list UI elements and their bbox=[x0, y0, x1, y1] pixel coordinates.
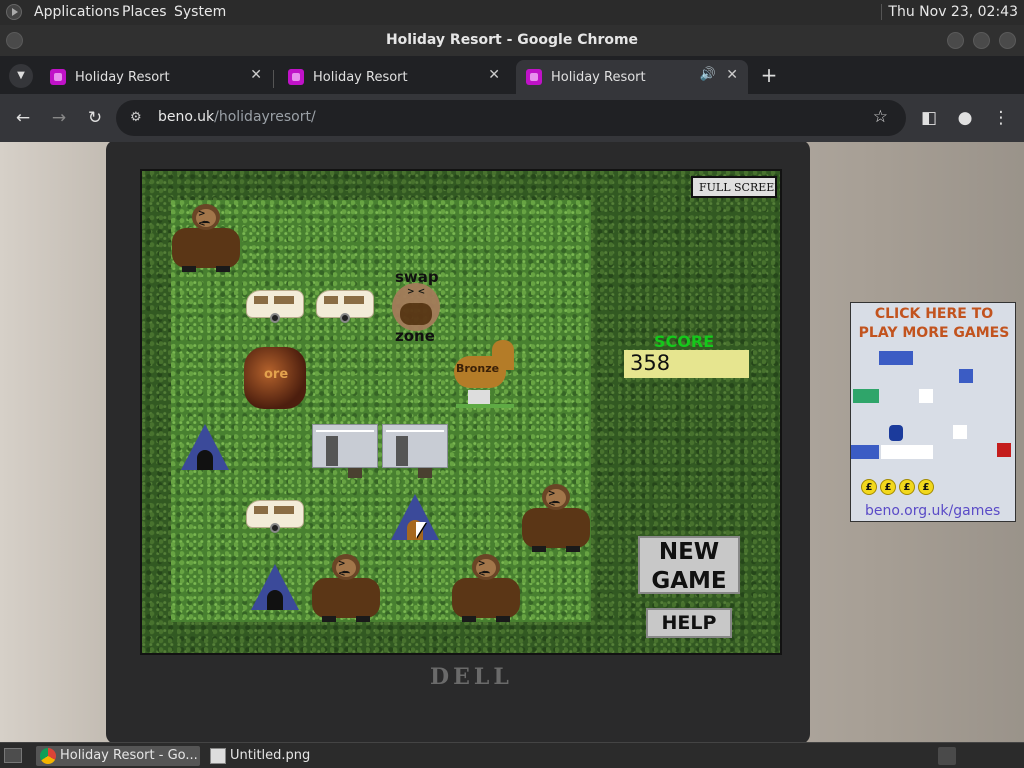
tab-label: Holiday Resort bbox=[75, 70, 170, 85]
laptop-brand: DELL bbox=[430, 664, 513, 690]
ad-block-icon bbox=[919, 389, 933, 403]
show-desktop-icon[interactable] bbox=[4, 748, 22, 763]
ad-block-icon bbox=[881, 445, 933, 459]
statue-label: Bronze bbox=[456, 362, 500, 375]
favicon-icon bbox=[526, 69, 542, 85]
tent-sprite[interactable] bbox=[251, 564, 299, 612]
ore-label: ore bbox=[264, 367, 289, 382]
close-tab-icon[interactable]: ✕ bbox=[726, 67, 738, 83]
tray-chrome-icon[interactable] bbox=[938, 747, 956, 765]
window-title: Holiday Resort - Google Chrome bbox=[385, 32, 639, 48]
clock[interactable]: Thu Nov 23, 02:43 bbox=[881, 4, 1018, 20]
ad-block-icon bbox=[953, 425, 967, 439]
close-window-icon[interactable] bbox=[999, 32, 1016, 49]
site-info-icon[interactable]: ⚙ bbox=[130, 110, 142, 125]
player-character-icon bbox=[889, 425, 903, 441]
tab-holiday-resort-2[interactable]: Holiday Resort ✕ bbox=[278, 60, 510, 94]
system-top-bar: Applications Places System Thu Nov 23, 0… bbox=[0, 0, 1024, 25]
page-content: DELL swap zone ore Bronze FULL SCREEN SC… bbox=[0, 142, 1024, 742]
caravan-sprite[interactable] bbox=[246, 496, 306, 536]
mobile-home-sprite[interactable] bbox=[382, 424, 450, 480]
maximize-icon[interactable] bbox=[973, 32, 990, 49]
taskbar-item-chrome[interactable]: Holiday Resort - Go... bbox=[36, 746, 200, 766]
mobile-home-sprite[interactable] bbox=[312, 424, 380, 480]
kebab-menu-icon[interactable]: ⋮ bbox=[989, 106, 1013, 130]
coin-icon: £ bbox=[918, 479, 934, 495]
tent-sprite[interactable] bbox=[181, 424, 229, 472]
forward-icon[interactable]: → bbox=[47, 106, 71, 130]
close-tab-icon[interactable]: ✕ bbox=[250, 67, 262, 83]
image-file-icon bbox=[210, 748, 226, 764]
ad-block-icon bbox=[851, 445, 879, 459]
system-logo-icon[interactable] bbox=[6, 4, 22, 20]
taskbar: Holiday Resort - Go... Untitled.png bbox=[0, 742, 1024, 768]
url-text[interactable]: beno.uk/holidayresort/ bbox=[158, 109, 316, 125]
score-title: SCORE bbox=[654, 332, 715, 351]
gorilla-sprite[interactable] bbox=[452, 554, 520, 624]
more-games-link[interactable]: beno.org.uk/games bbox=[865, 503, 1000, 519]
new-game-label-2: GAME bbox=[651, 568, 727, 594]
new-tab-button[interactable]: + bbox=[756, 63, 782, 89]
bronze-statue-sprite[interactable]: Bronze bbox=[452, 340, 524, 412]
gorilla-sprite[interactable] bbox=[312, 554, 380, 624]
minimize-icon[interactable] bbox=[947, 32, 964, 49]
bookmark-star-icon[interactable]: ☆ bbox=[873, 107, 888, 127]
ad-enemy-icon bbox=[997, 443, 1011, 457]
browser-toolbar: ← → ↻ ⚙ beno.uk/holidayresort/ ☆ ◧ ● ⋮ bbox=[0, 94, 1024, 142]
back-icon[interactable]: ← bbox=[11, 106, 35, 130]
tent-sprite[interactable] bbox=[391, 494, 439, 542]
coin-icon: £ bbox=[880, 479, 896, 495]
help-button[interactable]: HELP bbox=[646, 608, 732, 638]
places-menu[interactable]: Places bbox=[122, 4, 167, 20]
swap-zone-label-2: zone bbox=[395, 327, 435, 345]
new-game-button[interactable]: NEW GAME bbox=[638, 536, 740, 594]
taskbar-item-label: Holiday Resort - Go... bbox=[60, 748, 198, 763]
gorilla-sprite[interactable] bbox=[172, 204, 240, 274]
coin-icon: £ bbox=[899, 479, 915, 495]
taskbar-item-label: Untitled.png bbox=[230, 748, 311, 763]
system-menu[interactable]: System bbox=[174, 4, 226, 20]
profile-icon[interactable]: ● bbox=[953, 106, 977, 130]
tab-strip: ▼ Holiday Resort ✕ Holiday Resort ✕ Holi… bbox=[0, 56, 1024, 94]
applications-menu[interactable]: Applications bbox=[34, 4, 120, 20]
new-game-label-1: NEW bbox=[658, 539, 720, 565]
tab-label: Holiday Resort bbox=[313, 70, 408, 85]
taskbar-item-image[interactable]: Untitled.png bbox=[206, 746, 376, 766]
full-screen-button[interactable]: FULL SCREEN bbox=[691, 176, 777, 198]
mouse-cursor-icon bbox=[416, 522, 426, 538]
ad-headline: CLICK HERE TO PLAY MORE GAMES bbox=[858, 306, 1010, 341]
score-value: 358 bbox=[624, 350, 749, 378]
tab-search-button[interactable]: ▼ bbox=[9, 64, 33, 88]
caravan-sprite[interactable] bbox=[246, 286, 306, 326]
ad-block-icon bbox=[853, 389, 879, 403]
tab-holiday-resort-3[interactable]: Holiday Resort 🔊 ✕ bbox=[516, 60, 748, 94]
favicon-icon bbox=[50, 69, 66, 85]
swap-zone-slot[interactable] bbox=[392, 283, 440, 331]
tab-label: Holiday Resort bbox=[551, 70, 646, 85]
reload-icon[interactable]: ↻ bbox=[83, 106, 107, 130]
window-title-bar: Holiday Resort - Google Chrome bbox=[0, 25, 1024, 56]
tab-holiday-resort-1[interactable]: Holiday Resort ✕ bbox=[40, 60, 272, 94]
gorilla-sprite[interactable] bbox=[522, 484, 590, 554]
side-panel-icon[interactable]: ◧ bbox=[917, 106, 941, 130]
speaker-icon[interactable]: 🔊 bbox=[700, 67, 716, 82]
ore-rock-sprite[interactable]: ore bbox=[244, 347, 306, 409]
ad-block-icon bbox=[879, 351, 913, 365]
ad-block-icon bbox=[959, 369, 973, 383]
favicon-icon bbox=[288, 69, 304, 85]
close-tab-icon[interactable]: ✕ bbox=[488, 67, 500, 83]
more-games-ad[interactable]: CLICK HERE TO PLAY MORE GAMES £ £ £ £ be… bbox=[850, 302, 1016, 522]
window-menu-icon[interactable] bbox=[6, 32, 23, 49]
coin-icon: £ bbox=[861, 479, 877, 495]
address-bar[interactable]: ⚙ beno.uk/holidayresort/ ☆ bbox=[116, 100, 906, 136]
tab-divider bbox=[273, 70, 274, 88]
caravan-sprite[interactable] bbox=[316, 286, 376, 326]
chrome-icon bbox=[40, 748, 56, 764]
